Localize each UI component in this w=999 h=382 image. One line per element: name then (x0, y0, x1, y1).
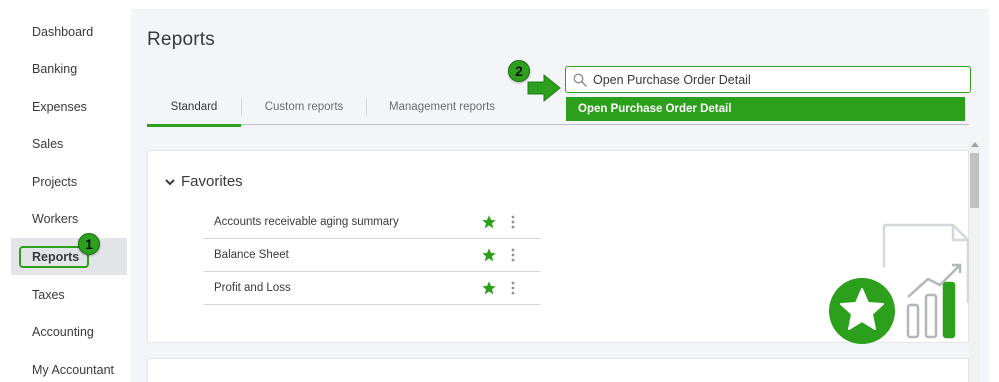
sidebar-item-workers[interactable]: Workers (11, 200, 127, 237)
tab-standard[interactable]: Standard (147, 89, 241, 127)
favorite-row: Profit and Loss (203, 272, 541, 305)
sidebar-item-label: My Accountant (32, 362, 114, 377)
kebab-menu-icon[interactable] (511, 248, 515, 262)
sidebar-item-my-accountant[interactable]: My Accountant (11, 351, 127, 382)
app-window: Dashboard Banking Expenses Sales Project… (11, 9, 989, 382)
kebab-menu-icon[interactable] (511, 281, 515, 295)
sidebar-item-label: Workers (32, 211, 79, 226)
active-tab-indicator (147, 124, 241, 127)
search-input[interactable] (593, 72, 953, 87)
report-link[interactable]: Profit and Loss (203, 282, 481, 294)
step-number: 1 (85, 236, 93, 252)
favorite-row: Balance Sheet (203, 239, 541, 272)
favorites-card: Favorites Accounts receivable aging summ… (147, 150, 970, 344)
star-icon[interactable] (481, 247, 497, 263)
sidebar-item-projects[interactable]: Projects (11, 163, 127, 200)
sidebar-item-label: Sales (32, 136, 64, 151)
screenshot-frame: Dashboard Banking Expenses Sales Project… (0, 0, 999, 382)
sidebar: Dashboard Banking Expenses Sales Project… (11, 9, 131, 382)
scroll-up-arrow-icon[interactable] (971, 142, 979, 147)
sidebar-item-label: Accounting (32, 324, 94, 339)
tab-custom-reports[interactable]: Custom reports (242, 89, 366, 125)
sidebar-item-dashboard[interactable]: Dashboard (11, 13, 127, 50)
kebab-menu-icon[interactable] (511, 215, 515, 229)
sidebar-item-label: Expenses (32, 99, 87, 114)
star-icon[interactable] (481, 214, 497, 230)
tab-label: Management reports (388, 101, 496, 113)
favorites-title: Favorites (181, 173, 243, 190)
report-link[interactable]: Balance Sheet (203, 249, 481, 261)
sidebar-item-accounting[interactable]: Accounting (11, 313, 127, 350)
scroll-thumb[interactable] (970, 153, 979, 208)
sidebar-item-label: Dashboard (32, 24, 94, 39)
step-badge-1: 1 (78, 233, 100, 255)
sidebar-item-label: Projects (32, 174, 78, 189)
sidebar-item-label: Taxes (32, 287, 65, 302)
star-icon[interactable] (481, 280, 497, 296)
favorites-toggle[interactable]: Favorites (164, 173, 243, 190)
report-link[interactable]: Accounts receivable aging summary (203, 216, 481, 228)
sidebar-item-expenses[interactable]: Expenses (11, 88, 127, 125)
chevron-down-icon (165, 178, 175, 185)
sidebar-item-label: Banking (32, 61, 78, 76)
sidebar-item-banking[interactable]: Banking (11, 50, 127, 87)
sidebar-item-sales[interactable]: Sales (11, 125, 127, 162)
sidebar-item-taxes[interactable]: Taxes (11, 276, 127, 313)
search-icon (573, 72, 587, 87)
report-search-box[interactable] (565, 66, 971, 93)
favorites-illustration (829, 223, 970, 344)
favorite-row: Accounts receivable aging summary (203, 206, 541, 239)
step-number: 2 (515, 63, 523, 79)
content-scrollbar[interactable] (969, 141, 980, 382)
tab-management-reports[interactable]: Management reports (367, 89, 517, 125)
page-title: Reports (147, 29, 215, 50)
tab-label: Standard (170, 101, 218, 113)
tab-label: Custom reports (264, 101, 344, 113)
reports-section-card (147, 358, 969, 382)
search-suggestion-item[interactable]: Open Purchase Order Detail (566, 97, 965, 121)
arrow-right-icon (527, 73, 561, 103)
